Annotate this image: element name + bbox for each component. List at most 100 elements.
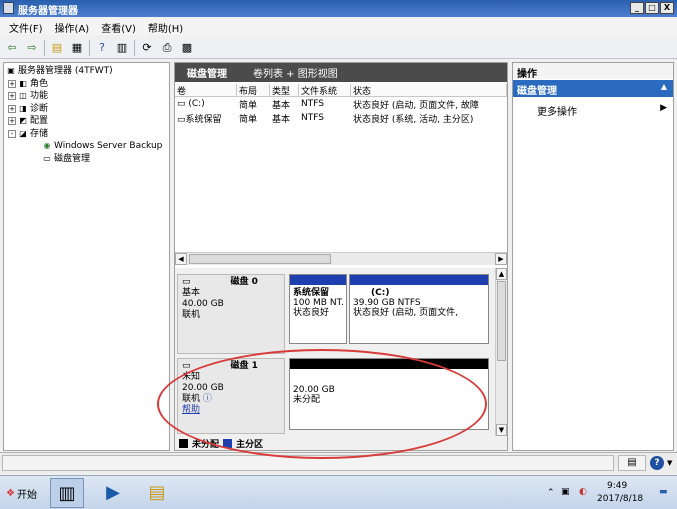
diagnostics-icon: ◨ xyxy=(19,103,27,113)
clock-time[interactable]: 9:49 xyxy=(607,481,627,491)
maximize-button[interactable]: □ xyxy=(645,2,659,14)
export-list-icon[interactable]: ⎙ xyxy=(159,40,175,56)
scroll-up-icon[interactable]: ▲ xyxy=(496,268,507,280)
status-icon: ▤ xyxy=(627,457,637,468)
more-actions[interactable]: 更多操作 ▶ xyxy=(513,103,673,118)
tree-item-disk-management[interactable]: ▭ 磁盘管理 xyxy=(6,153,167,166)
help-icon[interactable]: ? xyxy=(94,40,110,56)
scroll-down-icon[interactable]: ▼ xyxy=(496,424,507,436)
refresh-icon[interactable]: ⟳ xyxy=(139,40,155,56)
scroll-thumb[interactable] xyxy=(497,281,506,361)
volume-layout: 简单 xyxy=(239,114,258,125)
menu-file[interactable]: 文件(F) xyxy=(9,20,43,35)
column-volume[interactable]: 卷 xyxy=(175,84,237,96)
tree-item-configuration[interactable]: + ◩ 配置 xyxy=(6,115,167,128)
menu-action[interactable]: 操作(A) xyxy=(55,20,90,35)
explorer-taskbar-icon[interactable]: ▤ xyxy=(140,478,174,508)
disk-0-name: 磁盘 0 xyxy=(230,277,258,287)
show-hide-tree-icon[interactable]: ▦ xyxy=(69,40,85,56)
unallocated-bar xyxy=(290,359,488,369)
start-button[interactable]: ❖ 开始 xyxy=(2,484,41,502)
unallocated-swatch xyxy=(179,438,188,448)
show-desktop-icon[interactable]: ▬ xyxy=(659,487,668,497)
actions-disk-management[interactable]: 磁盘管理 ▲ xyxy=(513,80,673,97)
up-folder-icon[interactable]: ▤ xyxy=(49,40,65,56)
tree-label: 服务器管理器 (4TFWT) xyxy=(18,66,113,76)
volume-list: 卷 布局 类型 文件系统 状态 ▭ (C:) 简单 基本 NTFS 状态良好 (… xyxy=(175,84,507,252)
volume-type: 基本 xyxy=(272,100,291,111)
column-status[interactable]: 状态 xyxy=(351,84,507,96)
volume-name: (C:) xyxy=(188,99,205,109)
scroll-right-icon[interactable]: ▶ xyxy=(495,253,507,265)
windows-logo-icon: ❖ xyxy=(6,487,15,499)
tray-expand-icon[interactable]: ⌃ xyxy=(547,488,555,498)
navigation-tree: ▣ 服务器管理器 (4TFWT) + ◧ 角色 + ◫ 功能 + ◨ 诊断 + ◩ 配置 - ◪ 存储… xyxy=(3,62,170,451)
pane-title: 磁盘管理 xyxy=(187,69,227,80)
server-icon: ▣ xyxy=(7,66,15,76)
column-layout[interactable]: 布局 xyxy=(237,84,270,96)
disk-0-info[interactable]: ▭ 磁盘 0 基本 40.00 GB 联机 xyxy=(177,274,285,354)
actions-pane: 操作 磁盘管理 ▲ 更多操作 ▶ xyxy=(512,62,674,451)
tree-label: 功能 xyxy=(30,91,49,101)
disk-1-help-link[interactable]: 帮助 xyxy=(182,405,280,416)
column-file-system[interactable]: 文件系统 xyxy=(299,84,351,96)
backup-icon: ◉ xyxy=(43,141,51,151)
expand-icon[interactable]: + xyxy=(8,117,16,126)
horizontal-scrollbar[interactable]: ◀ ▶ xyxy=(175,252,507,265)
disk-0-state: 联机 xyxy=(182,310,201,320)
vertical-scrollbar[interactable]: ▲ ▼ xyxy=(495,268,507,436)
column-type[interactable]: 类型 xyxy=(270,84,299,96)
back-arrow-icon[interactable]: ⇦ xyxy=(4,40,20,56)
menu-view[interactable]: 查看(V) xyxy=(101,20,136,35)
forward-arrow-icon[interactable]: ⇨ xyxy=(24,40,40,56)
expand-icon[interactable]: + xyxy=(8,92,16,101)
volume-layout: 简单 xyxy=(239,100,258,111)
volume-status: 状态良好 (启动, 页面文件, 故障 xyxy=(353,100,479,111)
collapse-icon[interactable]: - xyxy=(8,129,16,138)
disk-1-info[interactable]: ▭ 磁盘 1 未知 20.00 GB 联机 ⓘ 帮助 xyxy=(177,358,285,434)
volume-row[interactable]: ▭ (C:) 简单 基本 NTFS 状态良好 (启动, 页面文件, 故障 xyxy=(175,97,507,111)
server-manager-taskbar-icon[interactable]: ▥ xyxy=(50,478,84,508)
volume-fs: NTFS xyxy=(301,99,324,109)
tree-item-diagnostics[interactable]: + ◨ 诊断 xyxy=(6,103,167,116)
storage-icon: ◪ xyxy=(19,128,27,138)
close-button[interactable]: X xyxy=(660,2,674,14)
volume-row[interactable]: ▭系统保留 简单 基本 NTFS 状态良好 (系统, 活动, 主分区) xyxy=(175,111,507,125)
clock-date[interactable]: 2017/8/18 xyxy=(597,494,643,504)
roles-icon: ◧ xyxy=(19,78,27,88)
partition-unallocated[interactable]: 20.00 GB 未分配 xyxy=(289,358,489,430)
status-bar: ▤ ? ▼ xyxy=(0,452,677,473)
partition-c[interactable]: (C:) 39.90 GB NTFS 状态良好 (启动, 页面文件, xyxy=(349,274,489,344)
network-icon[interactable]: ▣ xyxy=(561,487,570,497)
tree-item-server-manager[interactable]: ▣ 服务器管理器 (4TFWT) xyxy=(6,65,167,78)
tree-label: 诊断 xyxy=(30,103,49,114)
properties-icon[interactable]: ▩ xyxy=(179,40,195,56)
menu-bar: 文件(F) 操作(A) 查看(V) 帮助(H) xyxy=(0,19,677,35)
taskbar: ❖ 开始 ▥ ▶ ▤ ⌃ ▣ ◐ 9:49 2017/8/18 ▬ xyxy=(0,475,677,509)
legend-unallocated: 未分配 xyxy=(192,439,220,450)
expand-icon[interactable]: + xyxy=(8,79,16,88)
show-action-pane-icon[interactable]: ▥ xyxy=(114,40,130,56)
minimize-button[interactable]: _ xyxy=(630,2,644,14)
more-actions-label: 更多操作 xyxy=(537,107,577,118)
scroll-thumb[interactable] xyxy=(189,254,331,264)
actions-section-label: 磁盘管理 xyxy=(517,86,557,97)
partition-system-reserved[interactable]: 系统保留 100 MB NT. 状态良好 xyxy=(289,274,347,344)
scroll-left-icon[interactable]: ◀ xyxy=(175,253,187,265)
disk-1-type: 未知 xyxy=(182,372,201,382)
help-icon[interactable]: ? xyxy=(650,456,664,470)
volume-type: 基本 xyxy=(272,114,291,125)
powershell-taskbar-icon[interactable]: ▶ xyxy=(96,478,130,508)
disk-1-size: 20.00 GB xyxy=(182,383,224,393)
tree-item-features[interactable]: + ◫ 功能 xyxy=(6,90,167,103)
expand-arrow-icon[interactable]: ▼ xyxy=(667,459,672,467)
tree-item-roles[interactable]: + ◧ 角色 xyxy=(6,78,167,91)
volume-icon: ▭ xyxy=(177,114,186,125)
collapse-arrow-icon[interactable]: ▲ xyxy=(661,82,667,91)
expand-icon[interactable]: + xyxy=(8,104,16,113)
tree-item-storage[interactable]: - ◪ 存储 xyxy=(6,128,167,141)
volume-muted-icon[interactable]: ◐ xyxy=(579,487,587,497)
menu-help[interactable]: 帮助(H) xyxy=(148,20,183,35)
volume-icon: ▭ xyxy=(177,99,189,109)
tree-item-windows-server-backup[interactable]: ◉ Windows Server Backup xyxy=(6,140,167,153)
